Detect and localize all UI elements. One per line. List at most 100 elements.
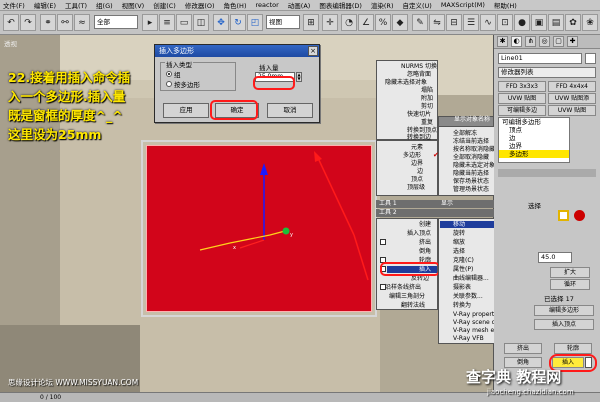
unlink-icon[interactable]: ⚯ xyxy=(57,14,73,31)
radio-group-circle[interactable] xyxy=(166,71,172,77)
menu-item-vertex[interactable]: 顶点 xyxy=(411,176,423,183)
menu-reactor[interactable]: reactor xyxy=(255,1,278,9)
modify-tab-icon[interactable]: ◐ xyxy=(511,36,522,47)
material-editor-icon[interactable]: ● xyxy=(514,14,530,31)
menu-item-top-level[interactable]: 顶层级 xyxy=(407,184,425,191)
menu-item-to-vertex[interactable]: 转换到顶点 xyxy=(407,127,437,134)
menu-item-unhide-by-name[interactable]: 按名称取消隐藏 xyxy=(453,146,495,153)
menu-item-attach[interactable]: 附加 xyxy=(421,95,433,102)
apply-button[interactable]: 应用 xyxy=(163,103,209,118)
menu-item-select[interactable]: 选择 xyxy=(453,248,465,255)
stack-item-polygon[interactable]: 多边形 xyxy=(499,150,569,158)
menu-group[interactable]: 组(G) xyxy=(96,0,113,10)
insert-amount-spinner[interactable]: ▲ ▼ xyxy=(296,72,302,82)
menu-item-create[interactable]: 创建 xyxy=(419,221,431,228)
motion-tab-icon[interactable]: ◎ xyxy=(539,36,550,47)
menu-graph-editors[interactable]: 图表编辑器(D) xyxy=(319,0,362,10)
render-frame-icon[interactable]: ▤ xyxy=(548,14,564,31)
menu-customize[interactable]: 自定义(U) xyxy=(402,0,431,10)
uvw-map-add-button[interactable]: UVW 贴图添 xyxy=(548,93,596,104)
render-last-icon[interactable]: ❀ xyxy=(582,14,598,31)
object-color-swatch[interactable] xyxy=(585,53,596,64)
menu-item-quickslice[interactable]: 快速切片 xyxy=(407,111,431,118)
modifier-list-select[interactable]: 修改器列表 xyxy=(498,67,596,78)
menu-item-clone[interactable]: 克隆(C) xyxy=(453,257,474,264)
menu-item-hide-unselected[interactable]: 隐藏未选择对象 xyxy=(385,79,427,86)
uvw-map-button[interactable]: UVW 贴图 xyxy=(498,93,546,104)
edit-polygon-rollout[interactable]: 编辑多边形 xyxy=(534,305,594,316)
menu-create[interactable]: 创建(C) xyxy=(153,0,176,10)
menu-item-wire-parameters[interactable]: 关联参数... xyxy=(453,293,483,300)
cancel-button[interactable]: 取消 xyxy=(267,103,313,118)
select-manipulate-icon[interactable]: ✛ xyxy=(322,14,338,31)
radio-group[interactable]: 组 xyxy=(166,69,181,79)
menu-item-manage-scene-state[interactable]: 管理场景状态 xyxy=(453,186,489,193)
edit-poly-button[interactable]: 可编辑多边 xyxy=(498,105,546,116)
menu-item-scale[interactable]: 缩放 xyxy=(453,239,465,246)
radio-by-polygon-circle[interactable] xyxy=(166,81,172,87)
menu-item-extrude[interactable]: 挤出 xyxy=(419,239,431,246)
menu-item-flip-normals[interactable]: 翻转法线 xyxy=(401,302,425,309)
menu-item-hide-unselected-2[interactable]: 隐藏未选定对象 xyxy=(453,162,495,169)
menu-maxscript[interactable]: MAXScript(M) xyxy=(441,1,485,9)
menu-item-vray-vfb[interactable]: V-Ray VFB xyxy=(453,335,484,342)
move-icon[interactable]: ✥ xyxy=(213,14,229,31)
ffd3-button[interactable]: FFD 3x3x3 xyxy=(498,81,546,92)
menu-item-save-scene-state[interactable]: 保存场景状态 xyxy=(453,178,489,185)
polygon-mode-icon[interactable] xyxy=(558,210,569,221)
undo-icon[interactable]: ↶ xyxy=(3,14,19,31)
extrude-settings-icon[interactable] xyxy=(380,239,386,245)
menu-item-ignore-backface[interactable]: 忽略背面 xyxy=(407,71,431,78)
menu-item-curve-editor[interactable]: 曲线编辑器... xyxy=(453,275,489,282)
menu-item-convert-to[interactable]: 转换为 xyxy=(453,302,471,309)
object-name-input[interactable]: Line01 xyxy=(498,53,582,64)
radio-by-polygon[interactable]: 按多边形 xyxy=(166,79,200,89)
menu-modifiers[interactable]: 修改器(O) xyxy=(185,0,215,10)
spinner-snap-icon[interactable]: ◆ xyxy=(392,14,408,31)
dialog-title-bar[interactable]: 插入多边形 × xyxy=(155,45,319,57)
menu-item-polygon[interactable]: 多边形 xyxy=(403,152,421,159)
pivot-icon[interactable]: ⊞ xyxy=(303,14,319,31)
select-by-name-icon[interactable]: ≡ xyxy=(159,14,175,31)
angle-snap-icon[interactable]: ∠ xyxy=(358,14,374,31)
menu-item-display-names[interactable]: 显示对象名称 xyxy=(454,116,490,123)
align-icon[interactable]: ⊟ xyxy=(446,14,462,31)
menu-item-cut[interactable]: 剪切 xyxy=(421,103,433,110)
menu-item-insert-vertex[interactable]: 插入顶点 xyxy=(407,230,431,237)
rotate-icon[interactable]: ↻ xyxy=(230,14,246,31)
mirror-icon[interactable]: ⇋ xyxy=(429,14,445,31)
menu-edit[interactable]: 编辑(E) xyxy=(34,0,56,10)
menu-item-element[interactable]: 元素 xyxy=(411,144,423,151)
bind-icon[interactable]: ≈ xyxy=(74,14,90,31)
menu-file[interactable]: 文件(F) xyxy=(3,0,25,10)
link-icon[interactable]: ⚭ xyxy=(40,14,56,31)
hierarchy-tab-icon[interactable]: ⋔ xyxy=(525,36,536,47)
menu-item-collapse[interactable]: 塌陷 xyxy=(421,87,433,94)
snap-icon[interactable]: ◔ xyxy=(341,14,357,31)
menu-item-repeat[interactable]: 重复 xyxy=(421,119,433,126)
close-icon[interactable]: × xyxy=(308,46,318,56)
insert-vertex-button[interactable]: 插入顶点 xyxy=(534,319,594,330)
menu-item-border[interactable]: 边界 xyxy=(411,160,423,167)
menu-item-unhide-all[interactable]: 全部取消隐藏 xyxy=(453,154,489,161)
ffd4-button[interactable]: FFD 4x4x4 xyxy=(548,81,596,92)
menu-item-unfreeze-all[interactable]: 全部解冻 xyxy=(453,130,477,137)
schematic-icon[interactable]: ⊡ xyxy=(497,14,513,31)
menu-item-edge[interactable]: 边 xyxy=(417,168,423,175)
render-setup-icon[interactable]: ▣ xyxy=(531,14,547,31)
stack-item-vertex[interactable]: 顶点 xyxy=(499,126,569,134)
menu-character[interactable]: 角色(H) xyxy=(224,0,247,10)
stack-item-border[interactable]: 边界 xyxy=(499,142,569,150)
display-tab-icon[interactable]: ▢ xyxy=(553,36,564,47)
menu-item-nurms[interactable]: NURMS 切换 xyxy=(401,63,437,70)
outline-button[interactable]: 轮廓 xyxy=(554,343,592,354)
grow-button[interactable]: 扩大 xyxy=(550,267,590,278)
menu-item-properties[interactable]: 属性(P) xyxy=(453,266,473,273)
select-icon[interactable]: ▸ xyxy=(142,14,158,31)
quick-render-icon[interactable]: ✿ xyxy=(565,14,581,31)
create-tab-icon[interactable]: ✱ xyxy=(497,36,508,47)
menu-views[interactable]: 视图(V) xyxy=(122,0,145,10)
menu-animation[interactable]: 动画(A) xyxy=(288,0,311,10)
rect-select-icon[interactable]: ▭ xyxy=(176,14,192,31)
menu-item-freeze-selection[interactable]: 冻结当前选择 xyxy=(453,138,489,145)
